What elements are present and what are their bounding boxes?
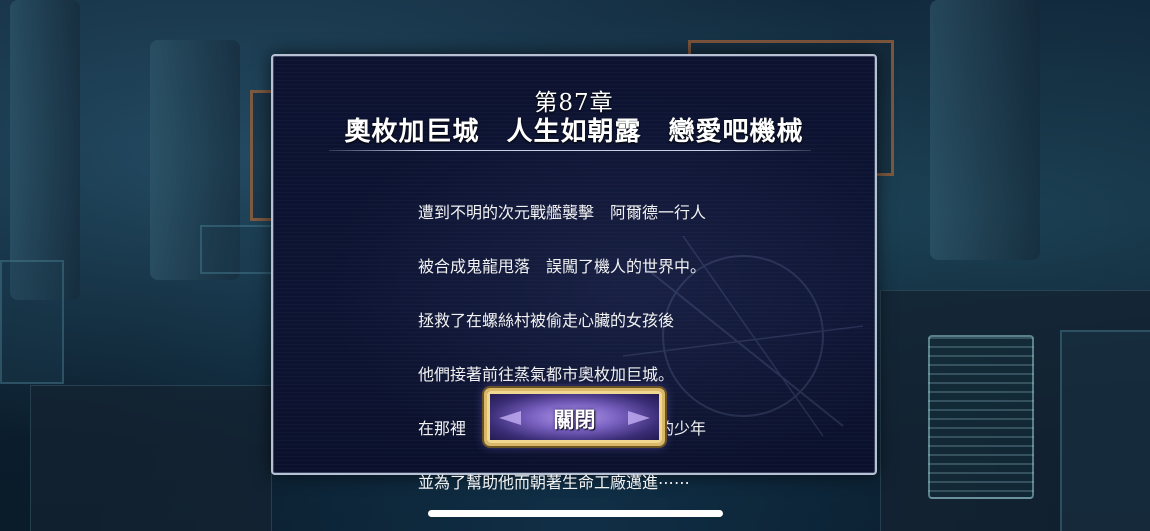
story-line: 他們接著前往蒸氣都市奧枚加巨城。 — [418, 365, 675, 384]
background-panel — [1060, 330, 1150, 531]
background-shelf — [30, 385, 272, 531]
home-indicator[interactable] — [428, 510, 723, 517]
story-text: 遭到不明的次元戰艦襲擊 阿爾德一行人 被合成鬼龍甩落 誤闖了機人的世界中。 拯救… — [418, 168, 706, 528]
title-divider — [329, 150, 811, 151]
background-console — [200, 225, 274, 274]
background-panel — [0, 260, 64, 384]
story-line: 遭到不明的次元戰艦襲擊 阿爾德一行人 — [418, 203, 707, 222]
chapter-dialog: 第87章 奧枚加巨城 人生如朝露 戀愛吧機械 遭到不明的次元戰艦襲擊 阿爾德一行… — [271, 54, 877, 492]
story-line: 被合成鬼龍甩落 誤闖了機人的世界中。 — [418, 257, 707, 276]
close-button-label: 關閉 — [553, 407, 596, 432]
background-data-screen — [928, 335, 1034, 499]
close-button[interactable]: 關閉 — [484, 388, 665, 446]
background-pipe — [10, 0, 80, 300]
story-line: 拯救了在螺絲村被偷走心臟的女孩後 — [418, 311, 675, 330]
background-pipe — [930, 0, 1040, 260]
story-line: 並為了幫助他而朝著生命工廠邁進⋯⋯ — [418, 473, 691, 492]
game-scene: 第87章 奧枚加巨城 人生如朝露 戀愛吧機械 遭到不明的次元戰艦襲擊 阿爾德一行… — [0, 0, 1150, 531]
chapter-title: 奧枚加巨城 人生如朝露 戀愛吧機械 — [344, 117, 804, 147]
